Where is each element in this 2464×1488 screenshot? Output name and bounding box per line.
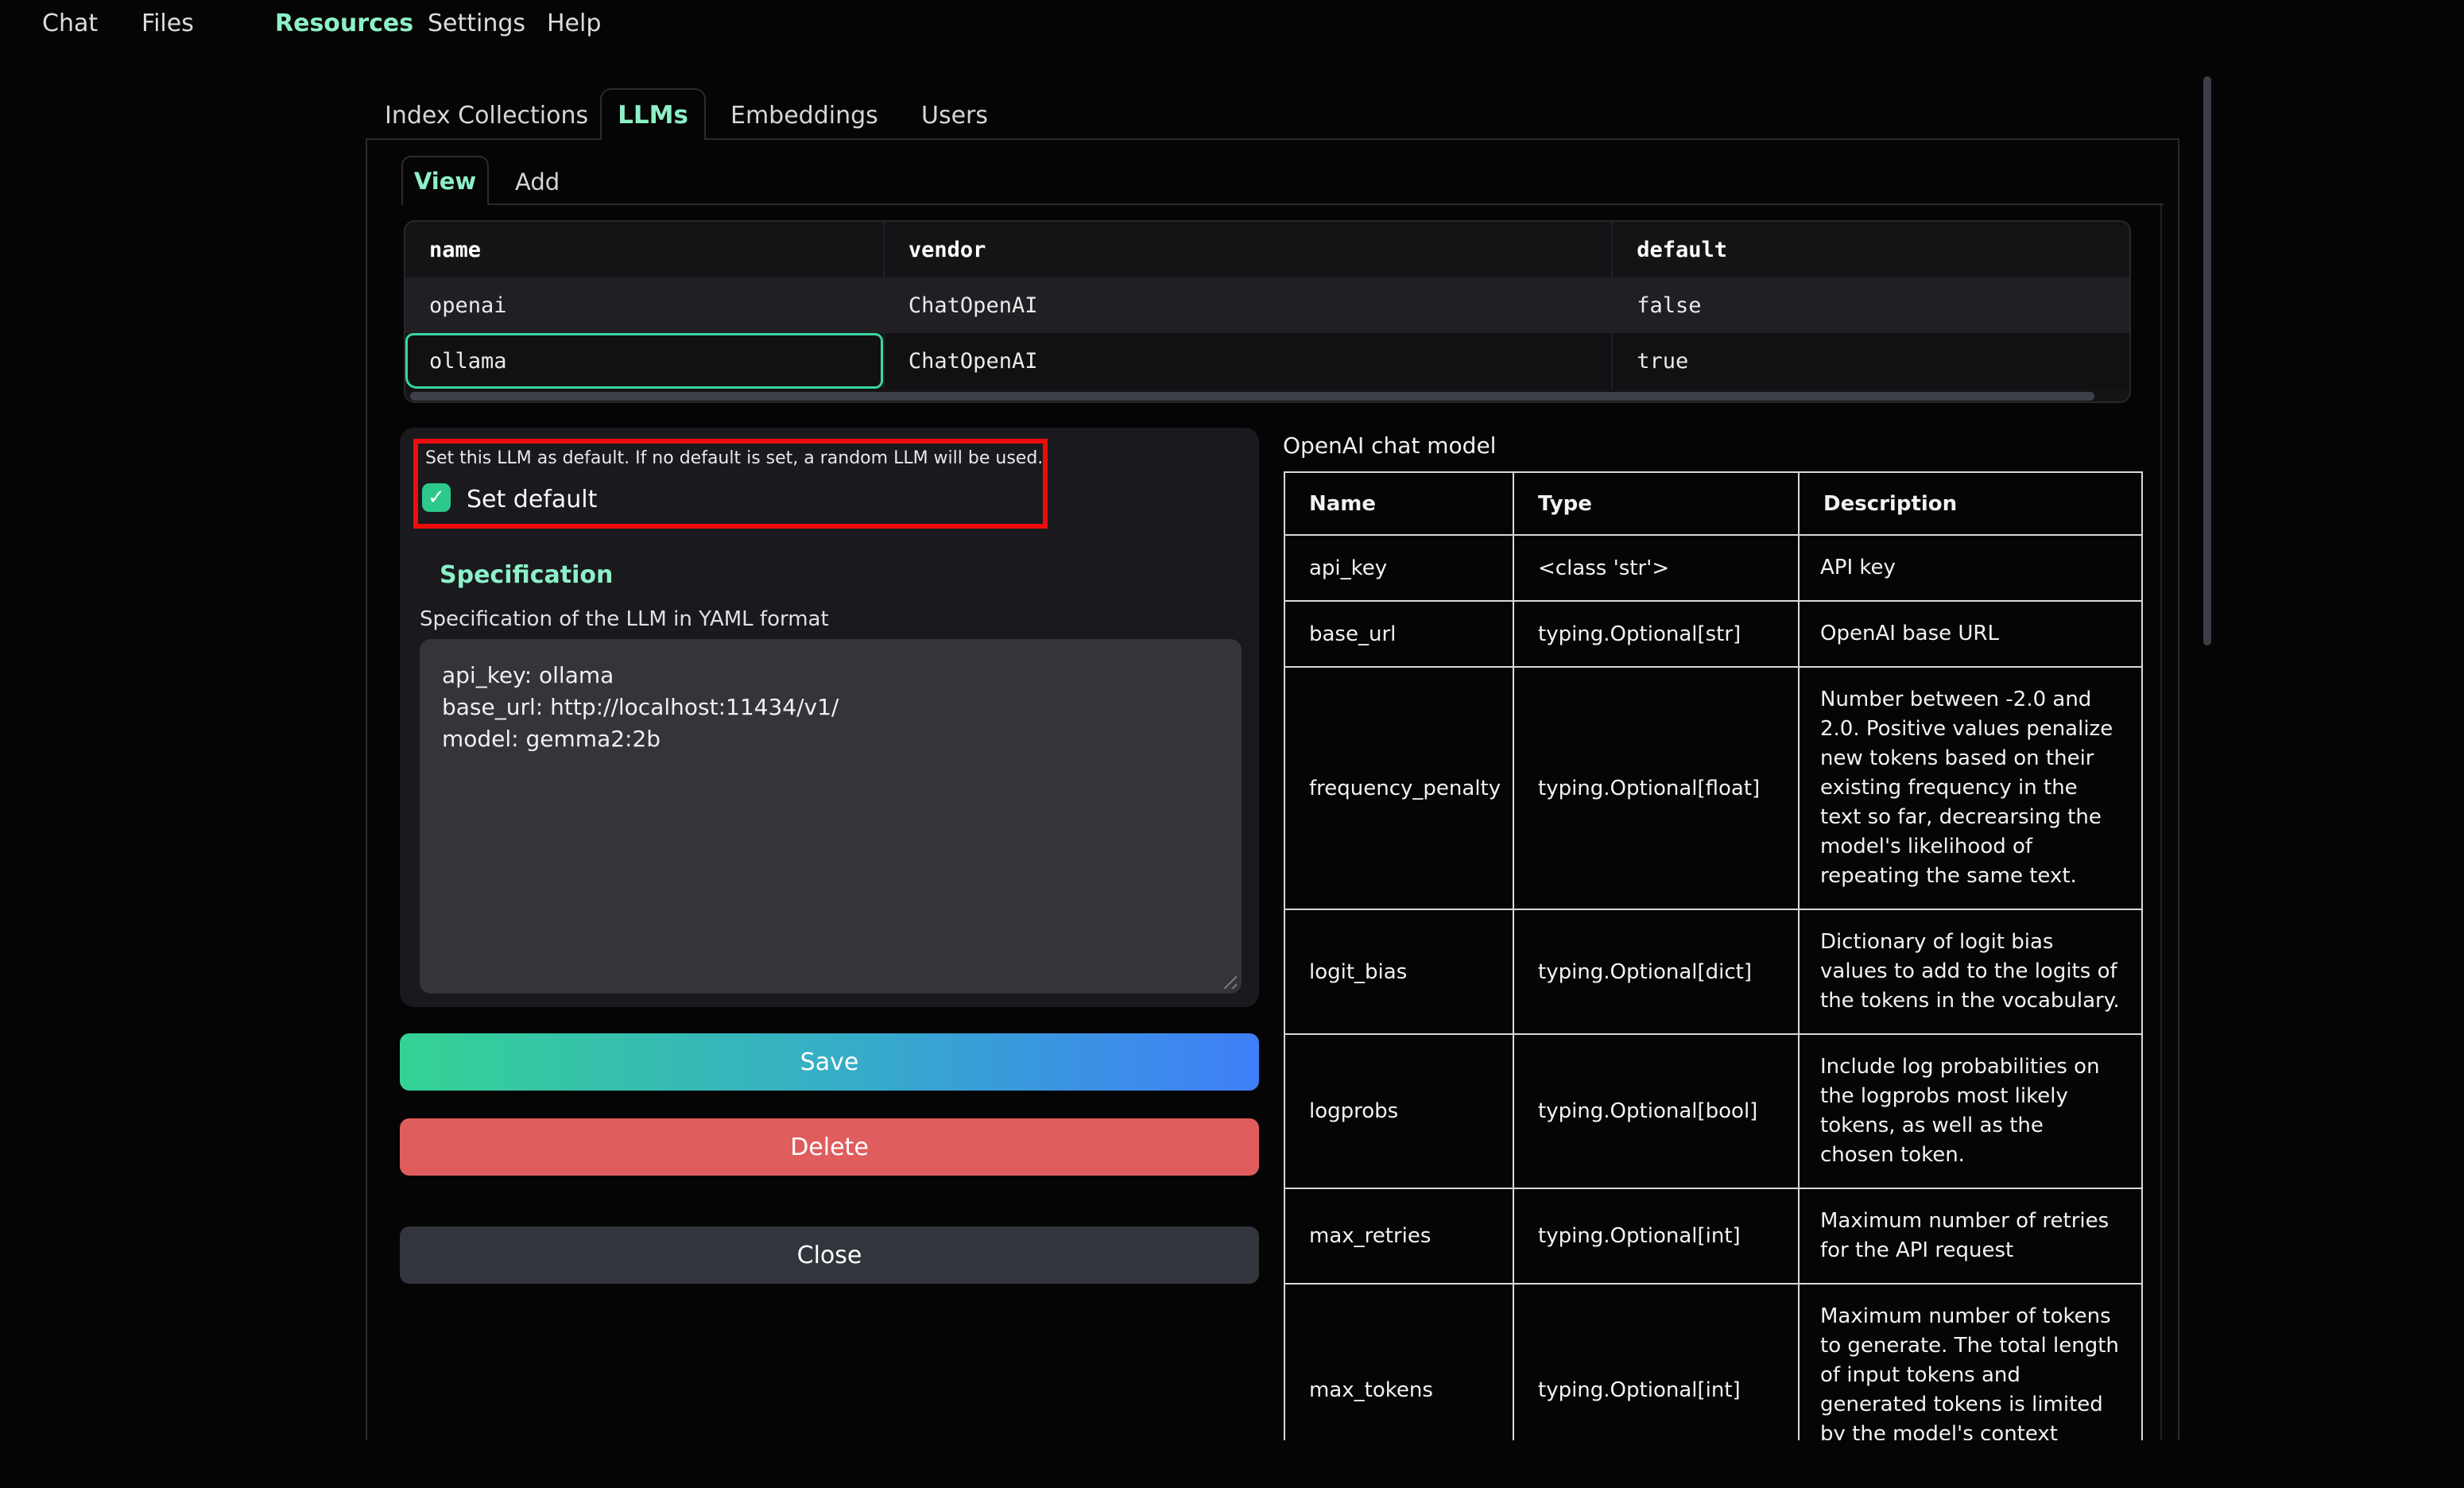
app-window: Chat Files Resources Settings Help LLMs View… — [0, 0, 2464, 1488]
doc-cell: OpenAI base URL — [1799, 601, 2142, 667]
llm-cell[interactable]: false — [1611, 277, 2129, 333]
doc-cell: frequency_penalty — [1284, 667, 1513, 909]
doc-cell: logit_bias — [1284, 909, 1513, 1034]
doc-cell: api_key — [1284, 535, 1513, 601]
doc-cell: <class 'str'> — [1513, 535, 1799, 601]
nav-item-resources[interactable]: Resources — [275, 10, 413, 37]
llm-row-openai[interactable]: openaiChatOpenAIfalse — [405, 277, 2129, 333]
tab-view[interactable]: View — [401, 156, 489, 205]
specification-caption: Specification of the LLM in YAML format — [420, 607, 829, 631]
delete-button[interactable]: Delete — [400, 1118, 1259, 1176]
doc-cell: base_url — [1284, 601, 1513, 667]
save-button[interactable]: Save — [400, 1033, 1259, 1091]
specification-heading: Specification — [440, 561, 613, 589]
doc-cell: Number between -2.0 and 2.0. Positive va… — [1799, 667, 2142, 909]
nav-item-files[interactable]: Files — [141, 10, 194, 37]
yaml-spec-textarea[interactable]: api_key: ollama base_url: http://localho… — [420, 639, 1242, 994]
model-doc-pane: OpenAI chat model NameTypeDescription ap… — [1272, 429, 2186, 1440]
doc-row-logit-bias: logit_biastyping.Optional[dict]Dictionar… — [1284, 909, 2142, 1034]
doc-col-header-name: Name — [1284, 472, 1513, 535]
doc-cell: Maximum number of retries for the API re… — [1799, 1188, 2142, 1284]
doc-cell: logprobs — [1284, 1034, 1513, 1188]
doc-cell: max_tokens — [1284, 1284, 1513, 1440]
panel-top-border-right — [706, 138, 2178, 140]
doc-row-max-tokens: max_tokenstyping.Optional[int]Maximum nu… — [1284, 1284, 2142, 1440]
tab-embeddings[interactable]: Embeddings — [730, 102, 878, 130]
vertical-scrollbar-thumb[interactable] — [2203, 76, 2211, 645]
llm-cell[interactable]: ChatOpenAI — [883, 333, 1611, 389]
doc-row-frequency-penalty: frequency_penaltytyping.Optional[float]N… — [1284, 667, 2142, 909]
doc-cell: max_retries — [1284, 1188, 1513, 1284]
nav-item-settings[interactable]: Settings — [428, 10, 525, 37]
doc-cell: typing.Optional[int] — [1513, 1284, 1799, 1440]
llm-table-hscrollbar-track — [405, 389, 2129, 403]
llm-cell[interactable]: true — [1611, 333, 2129, 389]
nav-item-help[interactable]: Help — [547, 10, 601, 37]
annotation-highlight-box — [413, 439, 1048, 529]
model-doc-table: NameTypeDescription api_key<class 'str'>… — [1284, 471, 2143, 1440]
llm-table-body: openaiChatOpenAIfalseollamaChatOpenAItru… — [405, 277, 2129, 389]
llm-table-hscrollbar-thumb[interactable] — [410, 392, 2094, 401]
llm-table-header-row: namevendordefault — [405, 222, 2129, 277]
doc-col-header-type: Type — [1513, 472, 1799, 535]
tab-llms[interactable]: LLMs — [600, 88, 706, 140]
doc-cell: typing.Optional[float] — [1513, 667, 1799, 909]
llm-list-table: namevendordefault openaiChatOpenAIfalseo… — [404, 220, 2131, 403]
llm-row-ollama[interactable]: ollamaChatOpenAItrue — [405, 333, 2129, 389]
doc-row-max-retries: max_retriestyping.Optional[int]Maximum n… — [1284, 1188, 2142, 1284]
close-button[interactable]: Close — [400, 1226, 1259, 1284]
panel-left-border — [366, 138, 367, 1440]
panel-top-border-left — [366, 138, 600, 140]
doc-row-logprobs: logprobstyping.Optional[bool]Include log… — [1284, 1034, 2142, 1188]
tab-users[interactable]: Users — [921, 102, 988, 130]
nav-item-chat[interactable]: Chat — [42, 10, 98, 37]
subtab-bottom-border — [489, 203, 2164, 205]
tab-index-collections[interactable]: Index Collections — [385, 102, 588, 130]
doc-row-base-url: base_urltyping.Optional[str]OpenAI base … — [1284, 601, 2142, 667]
doc-cell: typing.Optional[int] — [1513, 1188, 1799, 1284]
doc-col-header-description: Description — [1799, 472, 2142, 535]
llm-col-header-vendor: vendor — [883, 222, 1611, 277]
llm-cell[interactable]: openai — [405, 277, 883, 333]
doc-cell: typing.Optional[dict] — [1513, 909, 1799, 1034]
doc-cell: API key — [1799, 535, 2142, 601]
doc-row-api-key: api_key<class 'str'>API key — [1284, 535, 2142, 601]
doc-cell: typing.Optional[bool] — [1513, 1034, 1799, 1188]
llm-detail-panel: Set this LLM as default. If no default i… — [400, 428, 1259, 1007]
llm-col-header-default: default — [1611, 222, 2129, 277]
model-doc-header-row: NameTypeDescription — [1284, 472, 2142, 535]
tab-add[interactable]: Add — [515, 169, 560, 196]
doc-cell: Dictionary of logit bias values to add t… — [1799, 909, 2142, 1034]
doc-cell: typing.Optional[str] — [1513, 601, 1799, 667]
top-navigation: Chat Files Resources Settings Help — [0, 0, 2464, 51]
doc-cell: Include log probabilities on the logprob… — [1799, 1034, 2142, 1188]
llm-col-header-name: name — [405, 222, 883, 277]
doc-cell: Maximum number of tokens to generate. Th… — [1799, 1284, 2142, 1440]
llm-cell[interactable]: ChatOpenAI — [883, 277, 1611, 333]
textarea-resize-handle[interactable] — [1219, 971, 1237, 989]
model-doc-title: OpenAI chat model — [1283, 432, 1496, 459]
llm-cell[interactable]: ollama — [405, 333, 883, 389]
model-doc-body: api_key<class 'str'>API keybase_urltypin… — [1284, 535, 2142, 1440]
